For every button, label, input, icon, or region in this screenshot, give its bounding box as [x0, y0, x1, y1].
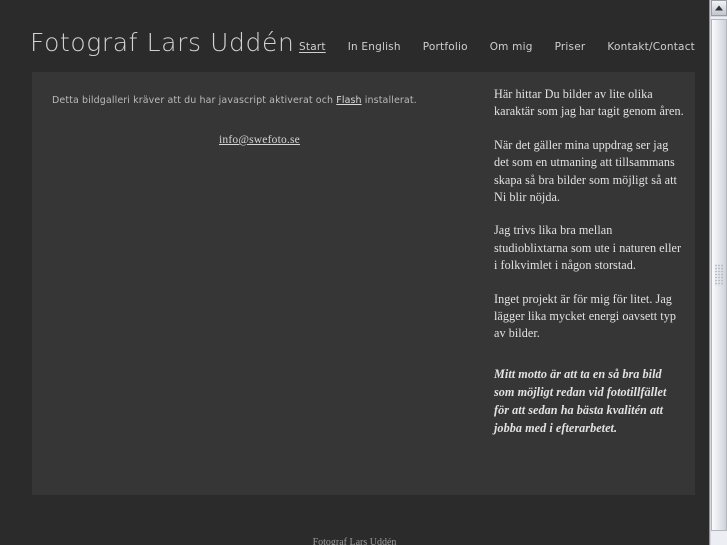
flash-download-link[interactable]: Flash: [336, 95, 361, 106]
notice-text-before: Detta bildgalleri kräver att du har java…: [52, 95, 337, 106]
about-motto: Mitt motto är att ta en så bra bild som …: [494, 366, 667, 435]
main-navigation: Start In English Portfolio Om mig Priser…: [299, 41, 695, 53]
page-viewport: Fotograf Lars Uddén Start In English Por…: [0, 0, 709, 545]
vertical-scrollbar[interactable]: [709, 0, 727, 545]
about-paragraph-4: Inget projekt är för mig för litet. Jag …: [494, 291, 677, 341]
scrollbar-thumb[interactable]: [711, 19, 727, 531]
content-panel: Detta bildgalleri kräver att du har java…: [32, 72, 695, 495]
site-header: Fotograf Lars Uddén Start In English Por…: [0, 0, 709, 72]
nav-item-in-english[interactable]: In English: [348, 41, 401, 53]
about-column: Här hittar Du bilder av lite olika karak…: [494, 86, 684, 453]
nav-item-portfolio[interactable]: Portfolio: [423, 41, 468, 53]
scrollbar-up-button[interactable]: [711, 0, 727, 16]
nav-item-kontakt-contact[interactable]: Kontakt/Contact: [607, 41, 695, 53]
notice-text-after: installerat.: [361, 95, 417, 106]
about-paragraph-3: Jag trivs lika bra mellan studioblixtarn…: [494, 223, 682, 273]
site-footer: Fotograf Lars Uddén: [312, 537, 397, 545]
scrollbar-grip-dots: [714, 264, 724, 286]
email-contact-link[interactable]: info@swefoto.se: [32, 134, 487, 146]
nav-item-start[interactable]: Start: [299, 41, 326, 53]
gallery-column: Detta bildgalleri kräver att du har java…: [32, 72, 487, 495]
nav-item-priser[interactable]: Priser: [555, 41, 586, 53]
flash-requirement-notice: Detta bildgalleri kräver att du har java…: [52, 94, 472, 108]
about-paragraph-2: När det gäller mina uppdrag ser jag det …: [494, 137, 677, 205]
about-paragraph-1: Här hittar Du bilder av lite olika karak…: [494, 87, 684, 119]
nav-item-om-mig[interactable]: Om mig: [490, 41, 533, 53]
site-title: Fotograf Lars Uddén: [30, 28, 295, 57]
chevron-up-icon: [715, 5, 723, 11]
